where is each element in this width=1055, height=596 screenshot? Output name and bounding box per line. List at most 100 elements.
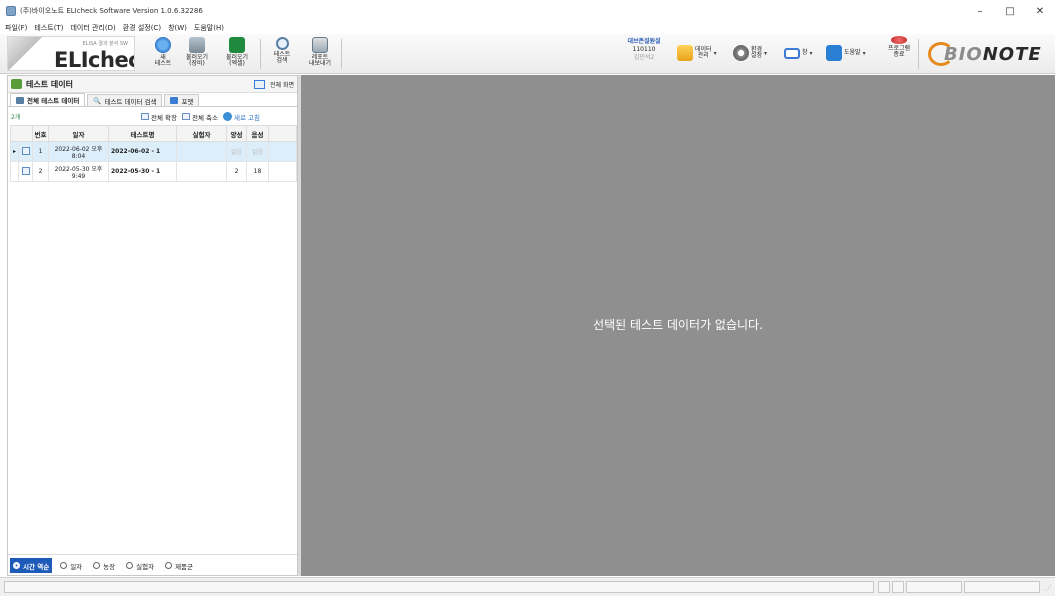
collapse-icon <box>182 113 190 120</box>
status-cell <box>964 581 1040 593</box>
header-tester[interactable]: 실험자 <box>176 125 227 142</box>
import-device-button[interactable]: 불러오기 (장비) <box>182 37 212 71</box>
resize-grip-icon[interactable]: ⋰ <box>1045 584 1052 592</box>
toolbar-divider <box>260 39 261 69</box>
row-checkbox[interactable] <box>21 146 30 155</box>
exit-button[interactable]: 프로그램 종료 <box>888 36 910 58</box>
row-checkbox-cell[interactable] <box>18 141 33 162</box>
row-checkbox[interactable] <box>21 166 30 175</box>
expand-all-button[interactable]: 전체 확장 <box>141 112 177 122</box>
refresh-button[interactable]: 새로 고침 <box>223 112 260 122</box>
close-button[interactable]: ✕ <box>1025 0 1055 22</box>
bionote-logo: BIONOTE <box>928 40 1048 68</box>
main-workspace: 선택된 테스트 데이터가 없습니다. <box>301 75 1055 576</box>
menu-file[interactable]: 파일(F) <box>5 23 27 33</box>
help-label: 도움말 <box>844 49 861 56</box>
toolbar-divider <box>918 39 919 69</box>
header-positive[interactable]: 양성 <box>226 125 247 142</box>
tab-label: 전체 테스트 데이터 <box>27 97 80 105</box>
maximize-button[interactable]: □ <box>995 0 1025 22</box>
table-row[interactable]: 2 2022-05-30 오후 9:49 2022-05-30 - 1 2 18 <box>10 161 297 182</box>
sort-label: 시간 역순 <box>23 562 50 571</box>
help-button[interactable]: 도움말 ▾ <box>826 42 866 64</box>
sort-time-desc-radio[interactable]: 시간 역순 <box>10 558 53 573</box>
help-icon <box>826 45 842 61</box>
sort-label: 일자 <box>70 562 83 571</box>
status-bar: ⋰ <box>0 577 1055 596</box>
bionote-wordmark: BIONOTE <box>944 44 1042 65</box>
status-cell <box>892 581 904 593</box>
header-no[interactable]: 번호 <box>32 125 49 142</box>
excel-icon <box>229 37 245 53</box>
tab-all-test-data[interactable]: 전체 테스트 데이터 <box>10 93 86 106</box>
test-search-button[interactable]: 테스트 검색 <box>270 37 294 71</box>
new-test-button[interactable]: 새 테스트 <box>150 37 176 71</box>
bionote-note: NOTE <box>982 44 1042 65</box>
radio-dot-icon <box>13 562 20 569</box>
chevron-down-icon: ▾ <box>764 49 768 57</box>
header-date[interactable]: 일자 <box>48 125 109 142</box>
logo-name: ELIcheck <box>54 48 134 71</box>
import-excel-label: 불러오기 (엑셀) <box>225 54 249 67</box>
chevron-down-icon: ▾ <box>713 49 717 57</box>
row-indicator-icon: ▸ <box>10 141 19 162</box>
tab-test-data-search[interactable]: 🔍 테스트 데이터 검색 <box>87 94 163 106</box>
chevron-down-icon: ▾ <box>809 49 813 57</box>
radio-dot-icon <box>60 562 68 569</box>
tab-format[interactable]: 포맷 <box>164 94 200 106</box>
row-checkbox-cell[interactable] <box>18 161 33 182</box>
test-data-grid: 번호 일자 테스트명 실험자 양성 음성 ▸ 1 2022-06-02 오후 8… <box>10 125 297 182</box>
window-controls: – □ ✕ <box>965 0 1055 22</box>
cell-date: 2022-06-02 오후 8:04 <box>48 141 109 162</box>
status-cell <box>878 581 890 593</box>
sort-label: 제품군 <box>175 562 194 571</box>
settings-label: 환경 설정 <box>751 46 763 59</box>
window-label: 창 <box>802 49 808 56</box>
database-icon <box>677 45 693 61</box>
status-cell <box>906 581 962 593</box>
cell-date: 2022-05-30 오후 9:49 <box>48 161 109 182</box>
lab-info: 대브존설원설 110110 김민석2 <box>618 38 670 62</box>
report-export-label: 레포트 내보내기 <box>308 54 332 67</box>
format-icon <box>170 97 179 104</box>
fullscreen-button[interactable]: 전체 화면 <box>254 78 294 90</box>
fullscreen-label: 전체 화면 <box>270 81 294 89</box>
collapse-all-button[interactable]: 전체 축소 <box>182 112 218 122</box>
report-export-button[interactable]: 레포트 내보내기 <box>304 37 336 71</box>
header-test-name[interactable]: 테스트명 <box>108 125 177 142</box>
logo-subtitle: ELISA 결과 분석 SW <box>82 41 128 47</box>
table-row[interactable]: ▸ 1 2022-06-02 오후 8:04 2022-06-02 - 1 없음… <box>10 141 297 162</box>
menu-test[interactable]: 테스트(T) <box>34 23 63 33</box>
window-title: (주)바이오노트 ELIcheck Software Version 1.0.6… <box>20 7 203 15</box>
exit-label: 프로그램 종료 <box>888 45 911 58</box>
menu-help[interactable]: 도움말(H) <box>194 23 224 33</box>
cell-test-name: 2022-05-30 - 1 <box>108 161 177 182</box>
sort-farm-radio[interactable]: 농장 <box>90 558 118 573</box>
cell-tester <box>176 141 227 162</box>
sort-date-radio[interactable]: 일자 <box>57 558 85 573</box>
menu-settings[interactable]: 환경 설정(C) <box>123 23 161 33</box>
sort-tester-radio[interactable]: 실험자 <box>123 558 157 573</box>
import-excel-button[interactable]: 불러오기 (엑셀) <box>222 37 252 71</box>
refresh-icon <box>223 112 232 121</box>
minimize-button[interactable]: – <box>965 0 995 22</box>
data-management-button[interactable]: 데이터 관리 ▾ <box>677 42 717 64</box>
menu-data-management[interactable]: 데이터 관리(D) <box>70 23 115 33</box>
search-icon: 🔍 <box>93 96 102 105</box>
menu-window[interactable]: 창(W) <box>168 23 187 33</box>
window-button[interactable]: 창 ▾ <box>784 42 813 64</box>
new-test-label: 새 테스트 <box>154 54 172 67</box>
window-icon <box>254 79 265 89</box>
sort-options: 시간 역순 일자 농장 실험자 제품군 <box>8 554 297 576</box>
app-icon <box>6 6 16 16</box>
radio-dot-icon <box>93 562 101 569</box>
window-icon <box>784 47 800 59</box>
settings-button[interactable]: 환경 설정 ▾ <box>733 42 767 64</box>
cell-no: 1 <box>32 141 49 162</box>
gear-icon <box>733 45 749 61</box>
close-circle-icon <box>891 36 908 44</box>
header-negative[interactable]: 음성 <box>246 125 269 142</box>
list-icon <box>16 96 24 104</box>
lab-user: 김민석2 <box>633 54 655 61</box>
sort-product-radio[interactable]: 제품군 <box>162 558 196 573</box>
